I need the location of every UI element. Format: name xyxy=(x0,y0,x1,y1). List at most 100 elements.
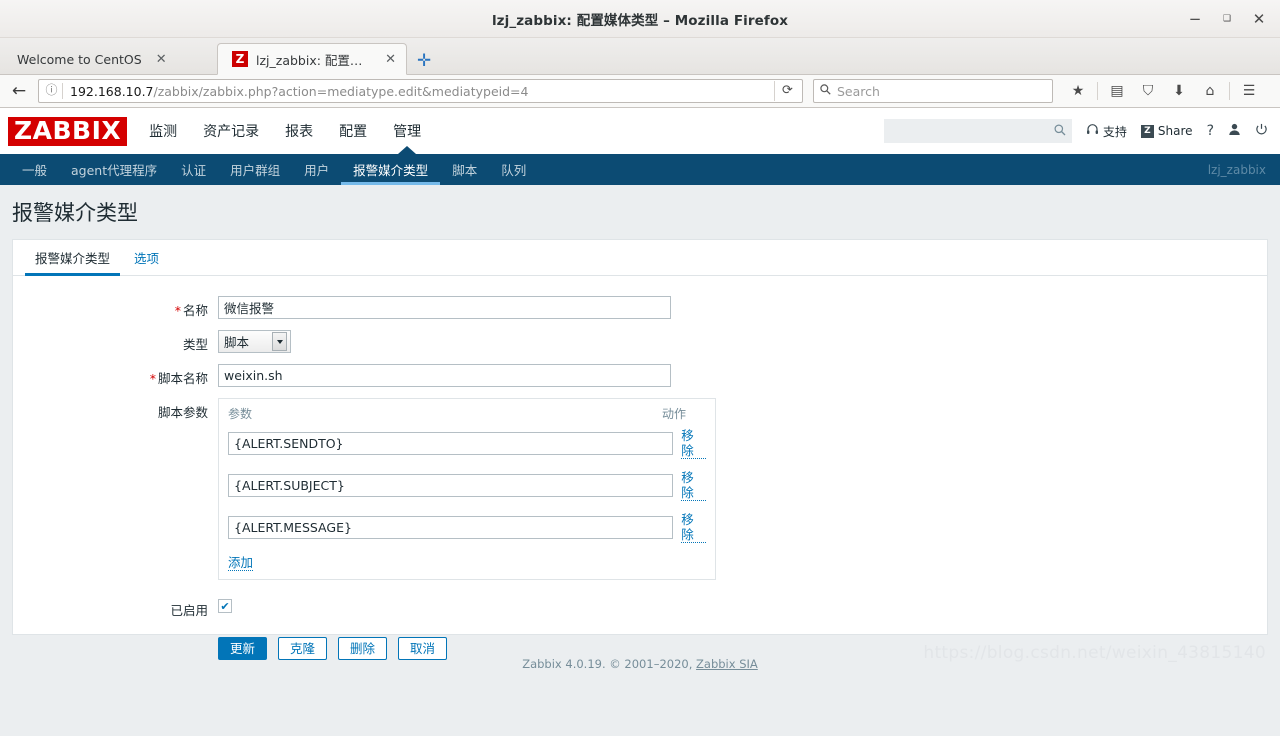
headset-icon xyxy=(1086,123,1099,139)
downloads-icon[interactable]: ⬇ xyxy=(1164,78,1194,104)
search-icon[interactable] xyxy=(1054,124,1066,139)
add-param-wrap: 添加 xyxy=(228,554,706,571)
zabbix-content: 报警媒介类型 报警媒介类型 选项 *名称 类型 脚本 *脚本名称 xyxy=(0,185,1280,705)
param-input-3[interactable] xyxy=(228,516,674,539)
media-type-form: *名称 类型 脚本 *脚本名称 脚本参数 xyxy=(13,276,1267,660)
minimize-button[interactable]: − xyxy=(1180,4,1210,34)
url-bar[interactable]: ⓘ 192.168.10.7/zabbix/zabbix.php?action=… xyxy=(38,79,803,103)
maximize-button[interactable]: ❑ xyxy=(1212,4,1242,34)
zabbix-header: ZABBIX 监测 资产记录 报表 配置 管理 支持 Z Share ? xyxy=(0,108,1280,154)
browser-tab-centos[interactable]: Welcome to CentOS ✕ xyxy=(2,43,217,74)
subnav-item-user-groups[interactable]: 用户群组 xyxy=(218,154,292,185)
subnav-item-authentication[interactable]: 认证 xyxy=(169,154,218,185)
divider xyxy=(1229,82,1230,100)
script-params-label: 脚本参数 xyxy=(157,405,208,420)
close-window-button[interactable]: ✕ xyxy=(1244,4,1274,34)
param-input-2[interactable] xyxy=(228,474,674,497)
nav-item-inventory[interactable]: 资产记录 xyxy=(203,108,259,154)
script-params-table: 参数 动作 移除 移除 移除 xyxy=(218,398,716,580)
nav-item-configuration[interactable]: 配置 xyxy=(339,108,367,154)
footer-version-text: Zabbix 4.0.19. © 2001–2020, xyxy=(522,657,693,671)
power-signout-icon[interactable] xyxy=(1255,123,1268,140)
form-tabs: 报警媒介类型 选项 xyxy=(13,240,1267,276)
browser-navbar: ← ⓘ 192.168.10.7/zabbix/zabbix.php?actio… xyxy=(0,75,1280,108)
main-navigation: 监测 资产记录 报表 配置 管理 xyxy=(149,108,421,154)
param-remove-link-1[interactable]: 移除 xyxy=(681,428,706,459)
page-title: 报警媒介类型 xyxy=(12,201,138,225)
nav-item-monitoring[interactable]: 监测 xyxy=(149,108,177,154)
tab-close-icon[interactable]: ✕ xyxy=(156,52,167,67)
param-column-header: 参数 xyxy=(228,407,253,421)
action-column-header: 动作 xyxy=(662,407,687,421)
url-host: 192.168.10.7 xyxy=(70,83,154,99)
param-remove-link-3[interactable]: 移除 xyxy=(681,512,706,543)
script-name-label-wrap: * 脚本名称 xyxy=(13,364,218,387)
user-profile-icon[interactable] xyxy=(1228,123,1241,140)
window-title: lzj_zabbix: 配置媒体类型 – Mozilla Firefox xyxy=(491,12,789,29)
script-name-input[interactable] xyxy=(218,364,671,387)
url-text: 192.168.10.7/zabbix/zabbix.php?action=me… xyxy=(63,84,774,99)
media-type-form-panel: 报警媒介类型 选项 *名称 类型 脚本 *脚本名称 xyxy=(12,239,1268,660)
tab-label: lzj_zabbix: 配置媒体... xyxy=(256,52,371,68)
name-label: 名称 xyxy=(182,303,208,318)
zabbix-search-input[interactable] xyxy=(889,123,1054,139)
subnav-item-media-types[interactable]: 报警媒介类型 xyxy=(341,154,441,185)
help-icon[interactable]: ? xyxy=(1207,123,1214,139)
zabbix-share-icon: Z xyxy=(1140,124,1154,138)
support-link[interactable]: 支持 xyxy=(1086,123,1127,140)
form-row-name: * 名称 xyxy=(13,296,1267,319)
enabled-checkbox[interactable]: ✔ xyxy=(218,599,232,613)
type-select[interactable]: 脚本 xyxy=(218,330,291,353)
tab-media-type[interactable]: 报警媒介类型 xyxy=(25,248,121,276)
subnav-item-proxies[interactable]: agent代理程序 xyxy=(59,154,169,185)
browser-tab-zabbix[interactable]: Z lzj_zabbix: 配置媒体... ✕ xyxy=(217,43,407,75)
params-table-header: 参数 动作 xyxy=(228,405,706,428)
subnav-item-users[interactable]: 用户 xyxy=(292,154,341,185)
nav-item-administration[interactable]: 管理 xyxy=(393,108,421,154)
subnav-item-general[interactable]: 一般 xyxy=(10,154,59,185)
share-label: Share xyxy=(1157,124,1193,138)
page-footer: Zabbix 4.0.19. © 2001–2020, Zabbix SIA h… xyxy=(0,635,1280,671)
url-path: /zabbix/zabbix.php?action=mediatype.edit… xyxy=(153,83,529,99)
script-name-label: 脚本名称 xyxy=(157,371,208,386)
form-row-script-name: * 脚本名称 xyxy=(13,364,1267,387)
param-row: 移除 xyxy=(228,512,706,543)
new-tab-button[interactable]: ✛ xyxy=(407,53,441,74)
tab-options[interactable]: 选项 xyxy=(124,248,169,275)
zabbix-subnav: 一般 agent代理程序 认证 用户群组 用户 报警媒介类型 脚本 队列 lzj… xyxy=(0,154,1280,185)
site-identity-icon[interactable]: ⓘ xyxy=(41,83,63,99)
browser-search-placeholder: Search xyxy=(837,83,880,99)
type-label: 类型 xyxy=(182,337,208,352)
home-icon[interactable]: ⌂ xyxy=(1195,78,1225,104)
name-input[interactable] xyxy=(218,296,671,319)
add-param-link[interactable]: 添加 xyxy=(228,555,254,571)
browser-titlebar: lzj_zabbix: 配置媒体类型 – Mozilla Firefox − ❑… xyxy=(0,0,1280,38)
chevron-down-icon[interactable] xyxy=(272,332,287,351)
param-remove-link-2[interactable]: 移除 xyxy=(681,470,706,501)
form-row-enabled: 已启用 ✔ xyxy=(13,596,1267,619)
back-arrow-icon[interactable]: ← xyxy=(6,78,32,104)
logged-in-user: lzj_zabbix xyxy=(1207,162,1266,177)
footer-zabbix-sia-link[interactable]: Zabbix SIA xyxy=(696,657,758,671)
subnav-item-scripts[interactable]: 脚本 xyxy=(440,154,489,185)
zabbix-logo[interactable]: ZABBIX xyxy=(8,116,128,146)
bookmark-star-icon[interactable]: ★ xyxy=(1063,78,1093,104)
browser-search-box[interactable]: Search xyxy=(813,79,1053,103)
zabbix-global-search[interactable] xyxy=(883,119,1072,143)
csdn-watermark: https://blog.csdn.net/weixin_43815140 xyxy=(923,643,1266,663)
header-right-tools: 支持 Z Share ? xyxy=(883,119,1268,143)
tab-close-icon[interactable]: ✕ xyxy=(385,52,396,67)
share-link[interactable]: Z Share xyxy=(1140,124,1193,138)
library-icon[interactable]: ▤ xyxy=(1102,78,1132,104)
type-select-value: 脚本 xyxy=(224,335,250,350)
nav-item-reports[interactable]: 报表 xyxy=(285,108,313,154)
pocket-icon[interactable]: ⛉ xyxy=(1133,78,1163,104)
tab-label: Welcome to CentOS xyxy=(17,51,142,67)
param-row: 移除 xyxy=(228,470,706,501)
hamburger-menu-icon[interactable]: ☰ xyxy=(1234,78,1264,104)
support-label: 支持 xyxy=(1102,124,1127,139)
subnav-item-queue[interactable]: 队列 xyxy=(489,154,538,185)
param-row: 移除 xyxy=(228,428,706,459)
param-input-1[interactable] xyxy=(228,432,674,455)
reload-icon[interactable]: ⟳ xyxy=(774,81,800,101)
